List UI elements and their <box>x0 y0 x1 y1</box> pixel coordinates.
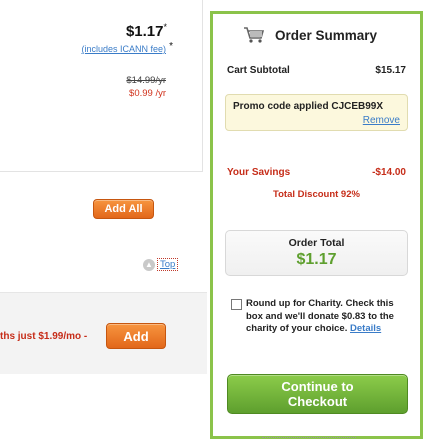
add-all-button[interactable]: Add All <box>93 199 154 219</box>
cart-subtotal-label: Cart Subtotal <box>227 65 290 76</box>
divider <box>262 437 356 438</box>
charity-details-link[interactable]: Details <box>350 323 381 334</box>
order-total-value: $1.17 <box>296 251 337 268</box>
order-summary-title: Order Summary <box>275 27 378 43</box>
savings-label: Your Savings <box>227 167 291 178</box>
cart-subtotal-value: $15.17 <box>375 65 406 76</box>
promo-code-box: Promo code applied CJCEB99X Remove <box>225 94 408 131</box>
original-price: $14.99/yr <box>126 75 166 86</box>
order-summary-panel: Order Summary Cart Subtotal $15.17 Promo… <box>210 11 423 439</box>
icann-asterisk: * <box>169 41 173 52</box>
total-discount: Total Discount 92% <box>273 189 360 200</box>
price-asterisk: * <box>163 22 167 32</box>
icann-fee-link[interactable]: (includes ICANN fee) <box>81 44 166 54</box>
shopping-cart-icon <box>244 27 265 43</box>
charity-option: Round up for Charity. Check this box and… <box>231 298 396 336</box>
add-addon-button[interactable]: Add <box>106 323 166 349</box>
checkout-label-line2: Checkout <box>287 394 348 409</box>
product-card: $1.17* (includes ICANN fee) * $14.99/yr … <box>0 0 203 172</box>
continue-to-checkout-button[interactable]: Continue to Checkout <box>227 374 408 414</box>
promo-remove-link[interactable]: Remove <box>363 115 400 126</box>
top-link[interactable]: Top <box>157 258 179 271</box>
order-total-box: Order Total $1.17 <box>225 230 408 276</box>
charity-checkbox[interactable] <box>231 299 242 310</box>
order-total-label: Order Total <box>288 237 345 249</box>
discounted-price: $0.99 /yr <box>129 88 166 99</box>
back-to-top[interactable]: ▲ Top <box>143 258 179 271</box>
savings-row: Your Savings -$14.00 <box>227 167 406 178</box>
savings-value: -$14.00 <box>372 167 406 178</box>
up-arrow-icon: ▲ <box>143 258 155 271</box>
addon-offer-text: ths just $1.99/mo - <box>0 331 88 342</box>
cart-subtotal-row: Cart Subtotal $15.17 <box>227 65 406 76</box>
order-summary-header: Order Summary <box>243 26 377 44</box>
promo-code-text: Promo code applied CJCEB99X <box>233 101 384 112</box>
charity-text-block: Round up for Charity. Check this box and… <box>246 298 396 336</box>
product-price: $1.17* <box>125 22 167 40</box>
checkout-label-line1: Continue to <box>281 379 354 394</box>
